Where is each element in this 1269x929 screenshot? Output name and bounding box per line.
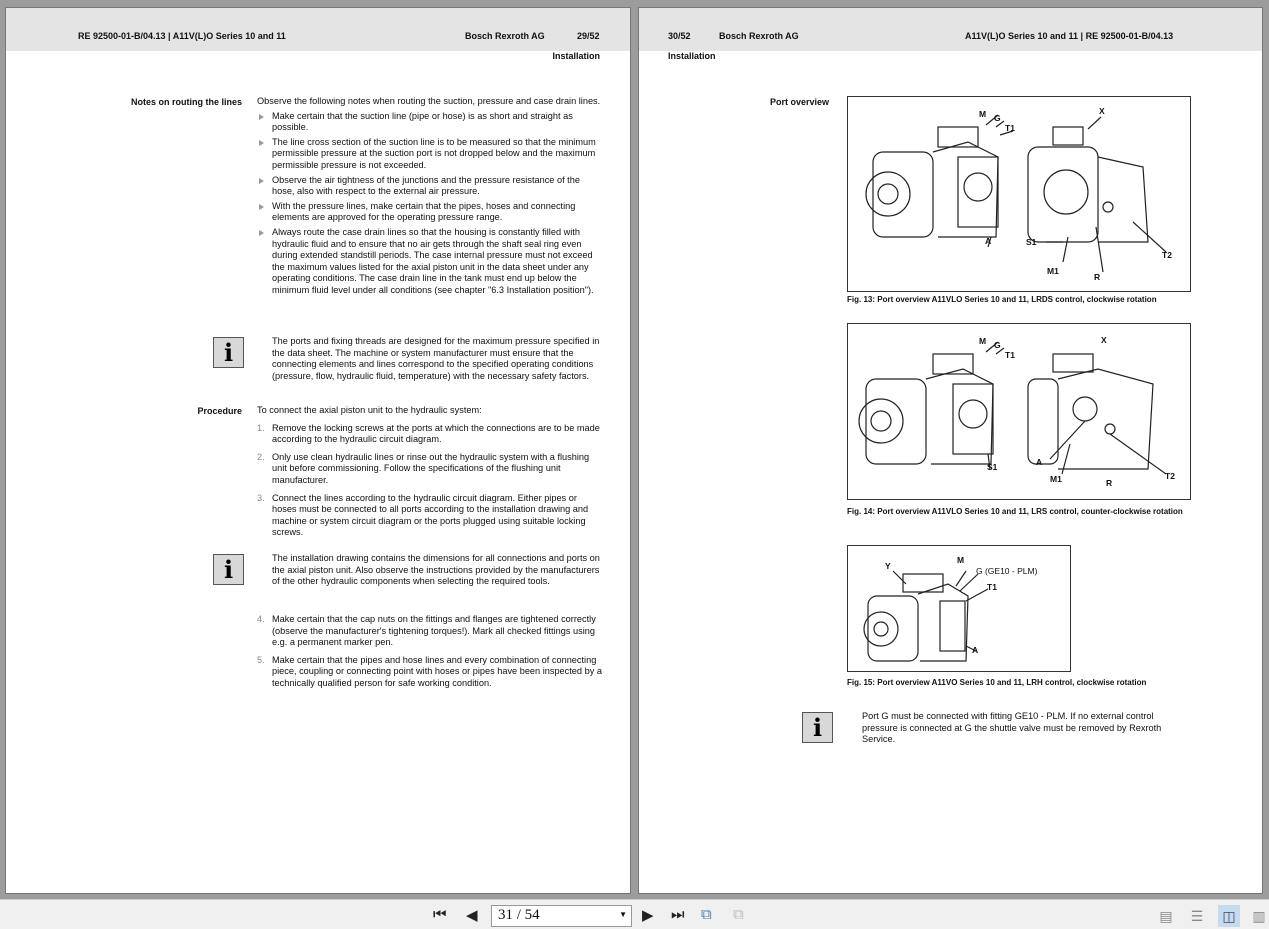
port-label: Y xyxy=(885,561,891,571)
facing-pages-view-icon[interactable]: ◫ xyxy=(1218,905,1240,927)
page-number: 29/52 xyxy=(577,31,600,41)
port-label: R xyxy=(1106,478,1113,488)
list-item: Always route the case drain lines so tha… xyxy=(257,227,602,297)
port-label: X xyxy=(1101,335,1107,345)
port-label: S1 xyxy=(987,462,998,472)
single-page-view-icon[interactable]: ▤ xyxy=(1155,905,1177,927)
figure-caption: Fig. 13: Port overview A11VLO Series 10 … xyxy=(847,295,1157,304)
page-header: 30/52 Bosch Rexroth AG A11V(L)O Series 1… xyxy=(639,8,1262,51)
list-item: With the pressure lines, make certain th… xyxy=(257,201,602,224)
page-number: 30/52 xyxy=(668,31,691,41)
list-item: 5. Make certain that the pipes and hose l… xyxy=(257,654,602,688)
port-label: M1 xyxy=(1050,474,1062,484)
info-icon: i xyxy=(213,337,244,368)
notes-list: Make certain that the suction line (pipe… xyxy=(257,111,602,297)
port-label: T1 xyxy=(987,582,997,592)
first-page-button[interactable]: ⏮ xyxy=(433,906,447,923)
figure-14: M G T1 X S1 A M1 R T2 xyxy=(847,323,1191,500)
viewer-toolbar: ⏮ ◀ 31 / 54 ▼ ▶ ⏭ ⧉ ⧉ ▤ ☰ ◫ ▥ xyxy=(0,899,1269,929)
list-item: Observe the air tightness of the junctio… xyxy=(257,175,602,198)
list-item: 1. Remove the locking screws at the ports… xyxy=(257,422,600,445)
steps-list: 1. Remove the locking screws at the ports… xyxy=(257,423,602,539)
figure-13: M G T1 X A S1 M1 R T2 xyxy=(847,96,1191,292)
port-label: T1 xyxy=(1005,123,1015,133)
port-label: A xyxy=(985,236,992,246)
pump-drawing xyxy=(863,570,989,662)
port-label: X xyxy=(1099,106,1105,116)
left-page: RE 92500-01-B/04.13 | A11V(L)O Series 10… xyxy=(5,7,631,894)
port-label: A xyxy=(972,645,979,655)
company: Bosch Rexroth AG xyxy=(719,31,799,41)
port-label: T2 xyxy=(1165,471,1175,481)
notes-intro: Observe the following notes when routing… xyxy=(257,96,601,106)
port-label: R xyxy=(1094,272,1101,282)
notes-heading: Notes on routing the lines xyxy=(130,97,242,107)
chevron-down-icon[interactable]: ▼ xyxy=(619,910,627,919)
steps-list: 4. Make certain that the cap nuts on the … xyxy=(257,614,602,690)
port-label: G xyxy=(994,113,1001,123)
page-header: RE 92500-01-B/04.13 | A11V(L)O Series 10… xyxy=(6,8,630,51)
list-item: 3. Connect the lines according to the hyd… xyxy=(257,492,589,538)
procedure-heading: Procedure xyxy=(197,406,242,416)
port-label: G xyxy=(994,340,1001,350)
procedure-intro: To connect the axial piston unit to the … xyxy=(257,405,482,415)
port-label: M1 xyxy=(1047,266,1059,276)
info-note: The ports and fixing threads are designe… xyxy=(272,336,600,381)
port-label: M xyxy=(979,109,987,119)
continuous-facing-view-icon[interactable]: ▥ xyxy=(1248,905,1269,927)
port-label: G (GE10 - PLM) xyxy=(976,566,1038,576)
pump-drawing xyxy=(865,114,1167,273)
list-item: 2. Only use clean hydraulic lines or rins… xyxy=(257,451,590,485)
info-note: The installation drawing contains the di… xyxy=(272,553,600,587)
previous-page-button[interactable]: ◀ xyxy=(466,906,478,924)
info-icon: i xyxy=(802,712,833,743)
company: Bosch Rexroth AG xyxy=(465,31,545,41)
port-overview-heading: Port overview xyxy=(770,97,830,107)
list-item: Make certain that the suction line (pipe… xyxy=(257,111,602,134)
list-item: The line cross section of the suction li… xyxy=(257,137,602,172)
section-title: Installation xyxy=(668,51,716,61)
next-page-button[interactable]: ▶ xyxy=(642,906,654,924)
port-label: T1 xyxy=(1005,350,1015,360)
doc-id: RE 92500-01-B/04.13 | A11V(L)O Series 10… xyxy=(78,31,286,41)
go-forward-view-icon[interactable]: ⧉ xyxy=(733,906,744,923)
port-label: T2 xyxy=(1162,250,1172,260)
go-back-view-icon[interactable]: ⧉ xyxy=(701,906,712,923)
doc-id: A11V(L)O Series 10 and 11 | RE 92500-01-… xyxy=(965,31,1174,41)
figure-caption: Fig. 14: Port overview A11VLO Series 10 … xyxy=(847,507,1183,516)
last-page-button[interactable]: ⏭ xyxy=(671,906,685,923)
port-label: A xyxy=(1036,457,1043,467)
right-page: 30/52 Bosch Rexroth AG A11V(L)O Series 1… xyxy=(638,7,1263,894)
continuous-view-icon[interactable]: ☰ xyxy=(1186,905,1208,927)
figure-15: Y M G (GE10 - PLM) T1 A xyxy=(847,545,1071,672)
list-item: 4. Make certain that the cap nuts on the … xyxy=(257,614,596,648)
pump-drawing xyxy=(858,341,1167,475)
figure-caption: Fig. 15: Port overview A11VO Series 10 a… xyxy=(847,678,1147,687)
info-icon: i xyxy=(213,554,244,585)
port-label: M xyxy=(979,336,987,346)
page-number-input[interactable]: 31 / 54 ▼ xyxy=(491,905,632,927)
port-label: M xyxy=(957,555,965,565)
info-note: Port G must be connected with fitting GE… xyxy=(862,711,1162,745)
section-title: Installation xyxy=(552,51,600,61)
port-label: S1 xyxy=(1026,237,1037,247)
